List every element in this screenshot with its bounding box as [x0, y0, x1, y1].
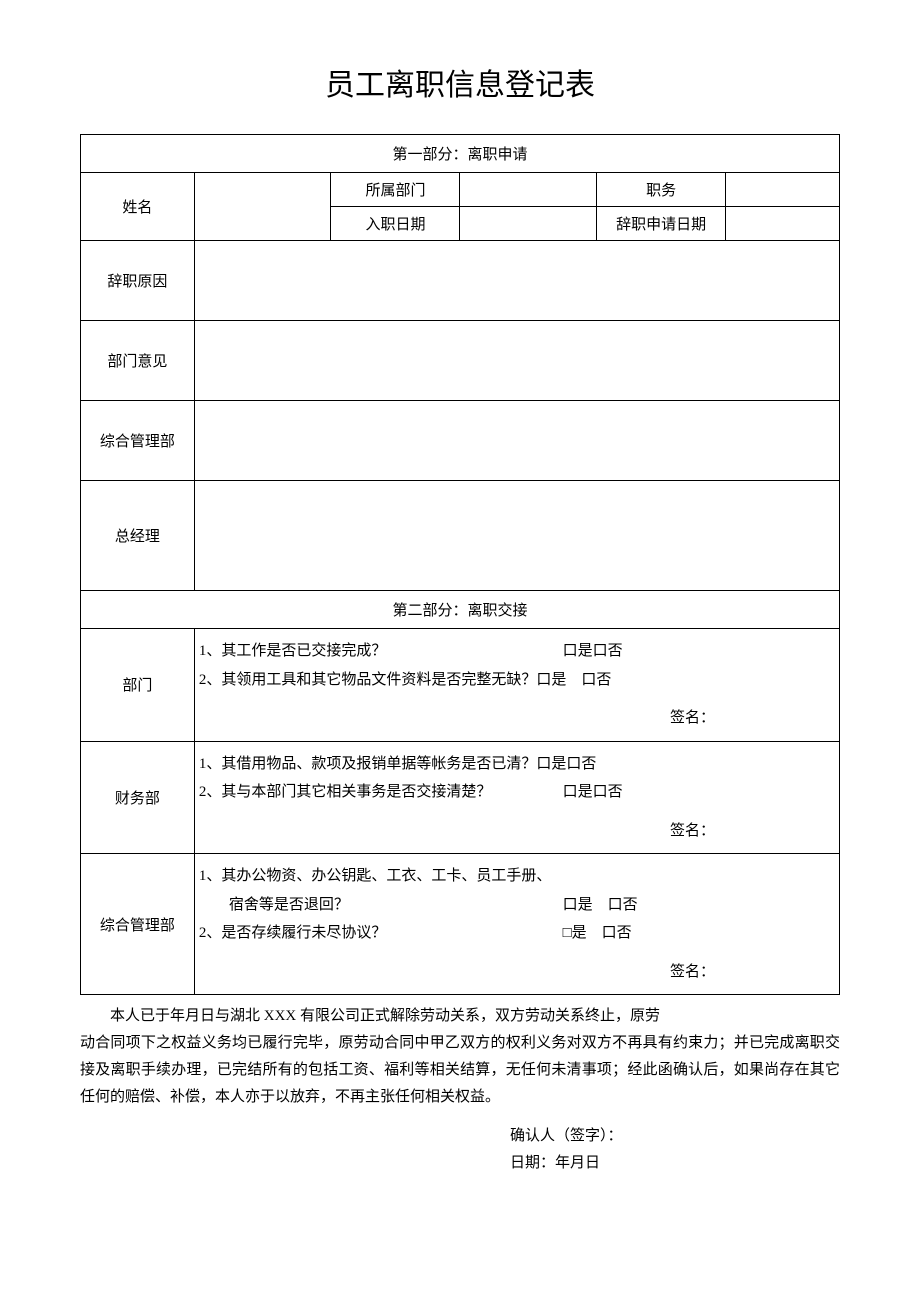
label-department: 所属部门 [331, 173, 460, 207]
dept-item1: 1、其工作是否已交接完成？ [199, 637, 559, 666]
label-resign-reason: 辞职原因 [81, 241, 195, 321]
page-title: 员工离职信息登记表 [80, 60, 840, 104]
label-name: 姓名 [81, 173, 195, 241]
finance-item1: 1、其借用物品、款项及报销单据等帐务是否已清？口是口否 [199, 750, 835, 779]
field-gm[interactable] [194, 481, 839, 591]
dept-item1-opts[interactable]: 口是口否 [563, 637, 693, 666]
declaration-line1: 本人已于年月日与湖北 XXX 有限公司正式解除劳动关系，双方劳动关系终止，原劳 [80, 1003, 840, 1030]
genmgmt-item1b: 宿舍等是否退回？ [199, 891, 559, 920]
section2-header: 第二部分：离职交接 [81, 591, 840, 629]
basic-info-row1: 姓名 所属部门 职务 [81, 173, 840, 207]
label-handover-finance: 财务部 [81, 741, 195, 854]
label-entry-date: 入职日期 [331, 207, 460, 241]
label-dept-opinion: 部门意见 [81, 321, 195, 401]
gm-row: 总经理 [81, 481, 840, 591]
field-handover-genmgmt[interactable]: 1、其办公物资、办公钥匙、工衣、工卡、员工手册、 宿舍等是否退回？ 口是 口否 … [194, 854, 839, 995]
field-handover-finance[interactable]: 1、其借用物品、款项及报销单据等帐务是否已清？口是口否 2、其与本部门其它相关事… [194, 741, 839, 854]
finance-item2-opts[interactable]: 口是口否 [563, 778, 693, 807]
field-entry-date[interactable] [460, 207, 597, 241]
field-resign-date[interactable] [726, 207, 840, 241]
label-handover-genmgmt: 综合管理部 [81, 854, 195, 995]
handover-dept-row: 部门 1、其工作是否已交接完成？ 口是口否 2、其领用工具和其它物品文件资料是否… [81, 629, 840, 742]
handover-finance-row: 财务部 1、其借用物品、款项及报销单据等帐务是否已清？口是口否 2、其与本部门其… [81, 741, 840, 854]
genmgmt-item2: 2、是否存续履行未尽协议？ [199, 919, 559, 948]
declaration-block: 本人已于年月日与湖北 XXX 有限公司正式解除劳动关系，双方劳动关系终止，原劳 … [80, 1003, 840, 1111]
declaration-line2: 动合同项下之权益义务均已履行完毕，原劳动合同中甲乙双方的权利义务对双方不再具有约… [80, 1030, 840, 1111]
label-gm: 总经理 [81, 481, 195, 591]
finance-item2: 2、其与本部门其它相关事务是否交接清楚？ [199, 778, 559, 807]
label-gen-mgmt: 综合管理部 [81, 401, 195, 481]
field-dept-opinion[interactable] [194, 321, 839, 401]
dept-sign[interactable]: 签名： [199, 704, 835, 733]
label-resign-date: 辞职申请日期 [597, 207, 726, 241]
section1-header: 第一部分：离职申请 [81, 135, 840, 173]
genmgmt-item1-opts[interactable]: 口是 口否 [563, 891, 693, 920]
section1-header-row: 第一部分：离职申请 [81, 135, 840, 173]
dept-item2: 2、其领用工具和其它物品文件资料是否完整无缺？口是 口否 [199, 666, 835, 695]
field-department[interactable] [460, 173, 597, 207]
footer-date[interactable]: 日期：年月日 [510, 1150, 840, 1177]
resign-reason-row: 辞职原因 [81, 241, 840, 321]
section2-header-row: 第二部分：离职交接 [81, 591, 840, 629]
genmgmt-item2-opts[interactable]: □是 口否 [563, 919, 693, 948]
gen-mgmt-row: 综合管理部 [81, 401, 840, 481]
field-resign-reason[interactable] [194, 241, 839, 321]
footer-sign-block: 确认人（签字）： 日期：年月日 [80, 1123, 840, 1177]
field-name[interactable] [194, 173, 331, 241]
finance-sign[interactable]: 签名： [199, 817, 835, 846]
footer-confirm[interactable]: 确认人（签字）： [510, 1123, 840, 1150]
form-table: 第一部分：离职申请 姓名 所属部门 职务 入职日期 辞职申请日期 辞职原因 部门… [80, 134, 840, 995]
field-position[interactable] [726, 173, 840, 207]
genmgmt-item1a: 1、其办公物资、办公钥匙、工衣、工卡、员工手册、 [199, 862, 835, 891]
handover-genmgmt-row: 综合管理部 1、其办公物资、办公钥匙、工衣、工卡、员工手册、 宿舍等是否退回？ … [81, 854, 840, 995]
dept-opinion-row: 部门意见 [81, 321, 840, 401]
genmgmt-sign[interactable]: 签名： [199, 958, 835, 987]
field-handover-dept[interactable]: 1、其工作是否已交接完成？ 口是口否 2、其领用工具和其它物品文件资料是否完整无… [194, 629, 839, 742]
label-handover-dept: 部门 [81, 629, 195, 742]
field-gen-mgmt[interactable] [194, 401, 839, 481]
label-position: 职务 [597, 173, 726, 207]
